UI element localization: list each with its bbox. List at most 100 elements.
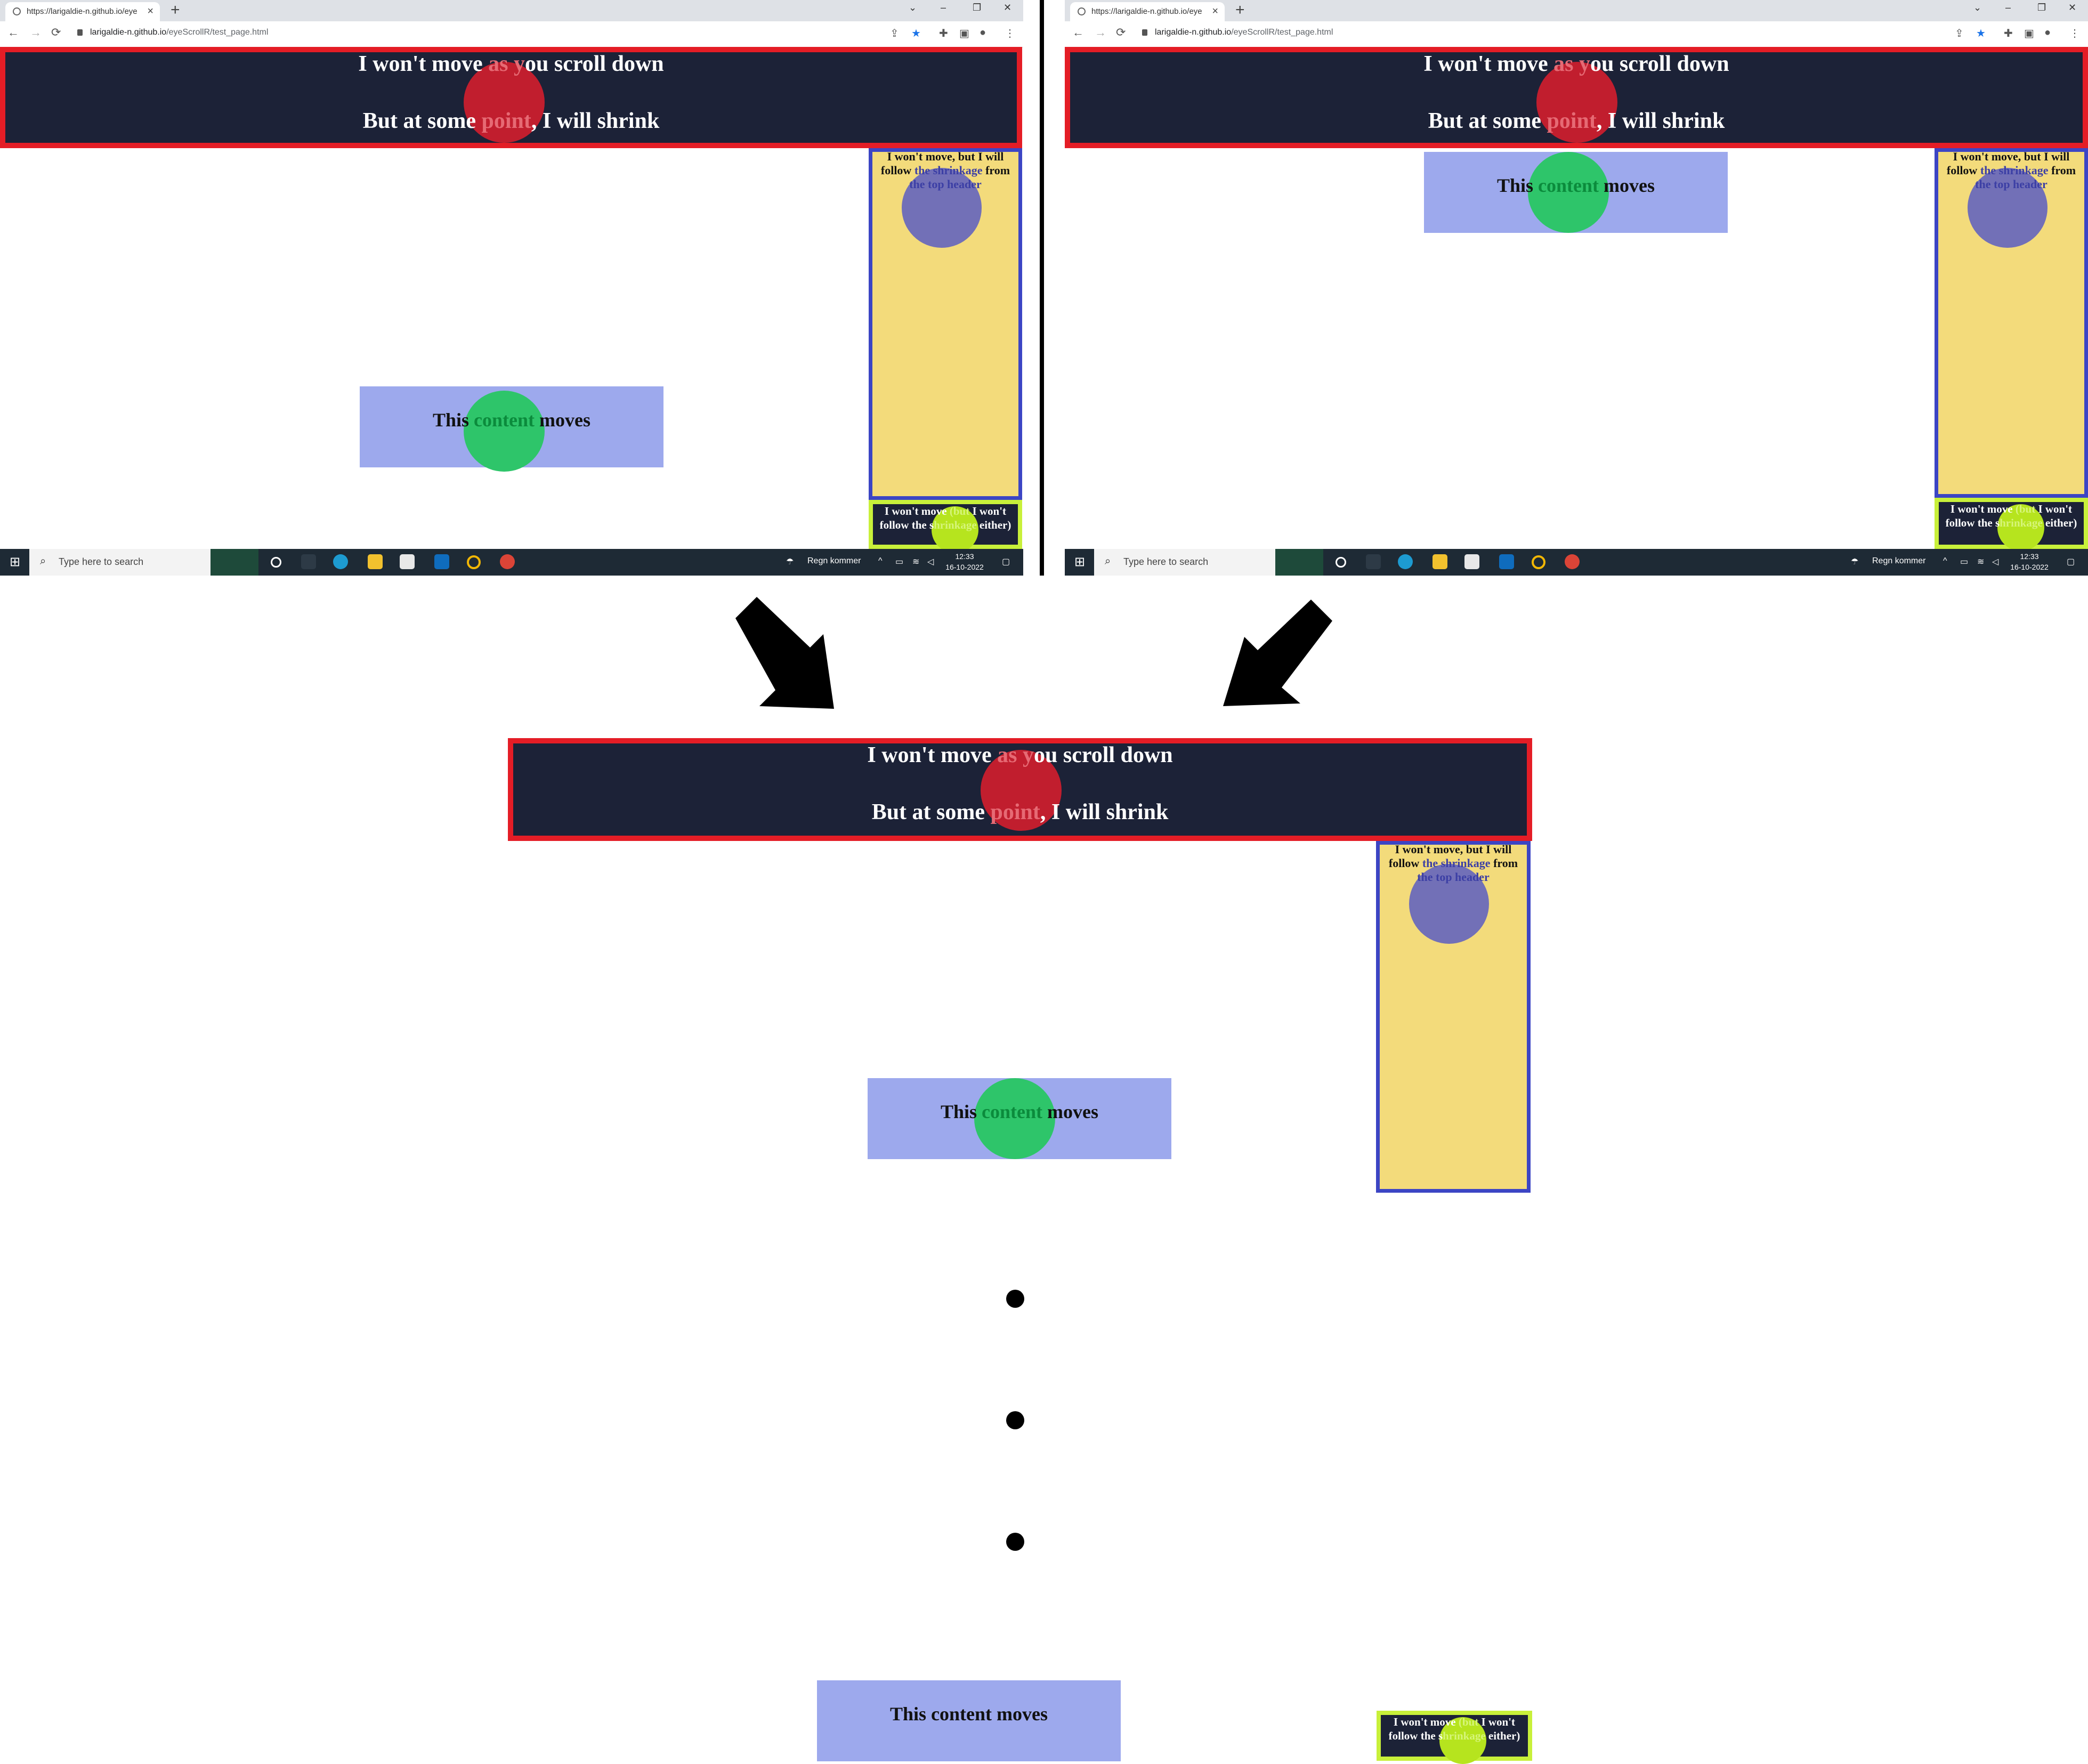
footer-text: I won't move (but I won't follow the shr… bbox=[1945, 503, 2077, 529]
search-highlight-image bbox=[211, 549, 258, 576]
close-window-button[interactable]: ✕ bbox=[1003, 2, 1011, 13]
search-icon: ⌕ bbox=[40, 555, 46, 567]
side-panel: I won't move, but I will follow the shri… bbox=[869, 148, 1022, 500]
side-panel-icon[interactable]: ▣ bbox=[2024, 27, 2034, 40]
arrow-down-left-icon bbox=[1223, 600, 1332, 706]
task-view-icon[interactable] bbox=[301, 554, 316, 569]
app-ring-icon[interactable] bbox=[1532, 555, 1545, 569]
outlook-icon[interactable] bbox=[1499, 554, 1514, 569]
url-path: /eyeScrollR/test_page.html bbox=[1231, 28, 1333, 37]
url-path: /eyeScrollR/test_page.html bbox=[166, 28, 269, 37]
back-button[interactable]: ← bbox=[1072, 26, 1084, 39]
notification-icon[interactable]: ▢ bbox=[1002, 556, 1010, 567]
search-icon: ⌕ bbox=[1105, 555, 1111, 567]
restore-button[interactable]: ❐ bbox=[973, 2, 981, 13]
profile-icon[interactable]: ● bbox=[2044, 27, 2051, 39]
tab-close-icon[interactable]: × bbox=[1212, 5, 1218, 18]
weather-icon: ☂ bbox=[786, 557, 794, 567]
reload-button[interactable]: ⟳ bbox=[51, 26, 61, 39]
outlook-icon[interactable] bbox=[434, 554, 449, 569]
minimize-button[interactable]: – bbox=[2005, 2, 2011, 13]
taskbar-search[interactable]: ⌕ Type here to search bbox=[29, 549, 258, 576]
footer-text: I won't move (but I won't follow the shr… bbox=[1388, 1716, 1520, 1742]
store-icon[interactable] bbox=[1464, 554, 1479, 569]
battery-icon: ▭ bbox=[1960, 557, 1969, 567]
moving-content-box-bottom: This content moves bbox=[817, 1680, 1121, 1761]
back-button[interactable]: ← bbox=[7, 26, 19, 39]
store-icon[interactable] bbox=[400, 554, 415, 569]
clock[interactable]: 12:33 16-10-2022 bbox=[941, 551, 989, 572]
bookmark-star-icon[interactable]: ★ bbox=[911, 27, 921, 40]
tray-chevron-icon[interactable]: ^ bbox=[1943, 556, 1947, 566]
minimize-button[interactable]: – bbox=[941, 2, 946, 13]
browser-tab[interactable]: https://larigaldie-n.github.io/eye × bbox=[1070, 2, 1225, 21]
share-icon[interactable]: ⇪ bbox=[1955, 27, 1964, 40]
screenshot-left: https://larigaldie-n.github.io/eye × + ⌄… bbox=[0, 0, 1023, 576]
ellipsis-dot bbox=[1006, 1290, 1024, 1308]
cortana-icon[interactable] bbox=[1336, 557, 1346, 568]
moving-content-text: This content moves bbox=[1496, 175, 1655, 196]
wifi-icon: ≋ bbox=[1977, 557, 1985, 567]
url-field[interactable]: larigaldie-n.github.io/eyeScrollR/test_p… bbox=[1142, 28, 1333, 37]
clock[interactable]: 12:33 16-10-2022 bbox=[2005, 551, 2053, 572]
new-tab-button[interactable]: + bbox=[1235, 1, 1245, 19]
extensions-icon[interactable]: ✚ bbox=[2004, 27, 2013, 40]
menu-icon[interactable]: ⋮ bbox=[2069, 27, 2080, 40]
bookmark-star-icon[interactable]: ★ bbox=[1976, 27, 1986, 40]
app-ring-icon[interactable] bbox=[467, 555, 481, 569]
menu-icon[interactable]: ⋮ bbox=[1005, 27, 1015, 40]
header-line-2: But at some point, I will shrink bbox=[1428, 109, 1725, 133]
chrome-icon[interactable] bbox=[1565, 554, 1580, 569]
browser-tab[interactable]: https://larigaldie-n.github.io/eye × bbox=[5, 2, 160, 21]
volume-icon: ◁ bbox=[1992, 557, 1999, 567]
address-bar-row: ← → ⟳ larigaldie-n.github.io/eyeScrollR/… bbox=[0, 21, 1023, 47]
profile-icon[interactable]: ● bbox=[980, 27, 986, 39]
windows-start-icon[interactable]: ⊞ bbox=[1074, 554, 1085, 570]
forward-button[interactable]: → bbox=[1095, 26, 1106, 39]
url-field[interactable]: larigaldie-n.github.io/eyeScrollR/test_p… bbox=[77, 28, 268, 37]
url-host: larigaldie-n.github.io bbox=[90, 28, 167, 37]
moving-content-box: This content moves bbox=[360, 386, 663, 472]
tab-search-icon[interactable]: ⌄ bbox=[909, 2, 917, 13]
new-tab-button[interactable]: + bbox=[171, 1, 180, 19]
search-placeholder: Type here to search bbox=[1123, 556, 1209, 567]
volume-icon: ◁ bbox=[927, 557, 934, 567]
side-panel: I won't move, but I will follow the shri… bbox=[1376, 841, 1531, 1193]
fixed-footer: I won't move (but I won't follow the shr… bbox=[1935, 498, 2088, 551]
edge-icon[interactable] bbox=[1398, 554, 1413, 569]
battery-icon: ▭ bbox=[895, 557, 904, 567]
tab-close-icon[interactable]: × bbox=[147, 5, 153, 18]
tab-strip: https://larigaldie-n.github.io/eye × + ⌄… bbox=[1065, 0, 2088, 21]
search-highlight-image bbox=[1275, 549, 1323, 576]
moving-content-box: This content moves bbox=[868, 1078, 1171, 1159]
weather-text[interactable]: Regn kommer bbox=[1872, 556, 1925, 566]
windows-start-icon[interactable]: ⊞ bbox=[10, 554, 20, 570]
reload-button[interactable]: ⟳ bbox=[1116, 26, 1126, 39]
globe-icon bbox=[13, 7, 21, 15]
fixed-header: I won't move as you scroll down But at s… bbox=[1065, 47, 2088, 148]
taskbar-search[interactable]: ⌕ Type here to search bbox=[1094, 549, 1323, 576]
fixed-footer: I won't move (but I won't follow the shr… bbox=[869, 500, 1022, 553]
side-panel: I won't move, but I will follow the shri… bbox=[1935, 148, 2088, 498]
forward-button[interactable]: → bbox=[30, 26, 42, 39]
weather-text[interactable]: Regn kommer bbox=[807, 556, 861, 566]
file-explorer-icon[interactable] bbox=[368, 554, 383, 569]
notification-icon[interactable]: ▢ bbox=[2067, 556, 2075, 567]
footer-text: I won't move (but I won't follow the shr… bbox=[879, 505, 1011, 531]
search-placeholder: Type here to search bbox=[59, 556, 144, 567]
side-panel-text: I won't move, but I will follow the shri… bbox=[1388, 843, 1518, 884]
tray-chevron-icon[interactable]: ^ bbox=[878, 556, 883, 566]
tab-search-icon[interactable]: ⌄ bbox=[1973, 2, 1981, 13]
side-panel-icon[interactable]: ▣ bbox=[959, 27, 969, 40]
cortana-icon[interactable] bbox=[271, 557, 281, 568]
chrome-icon[interactable] bbox=[500, 554, 515, 569]
close-window-button[interactable]: ✕ bbox=[2068, 2, 2076, 13]
header-line-2: But at some point, I will shrink bbox=[871, 800, 1169, 824]
extensions-icon[interactable]: ✚ bbox=[939, 27, 948, 40]
restore-button[interactable]: ❐ bbox=[2037, 2, 2046, 13]
file-explorer-icon[interactable] bbox=[1433, 554, 1447, 569]
wifi-icon: ≋ bbox=[912, 557, 920, 567]
task-view-icon[interactable] bbox=[1366, 554, 1381, 569]
edge-icon[interactable] bbox=[333, 554, 348, 569]
share-icon[interactable]: ⇪ bbox=[890, 27, 899, 40]
